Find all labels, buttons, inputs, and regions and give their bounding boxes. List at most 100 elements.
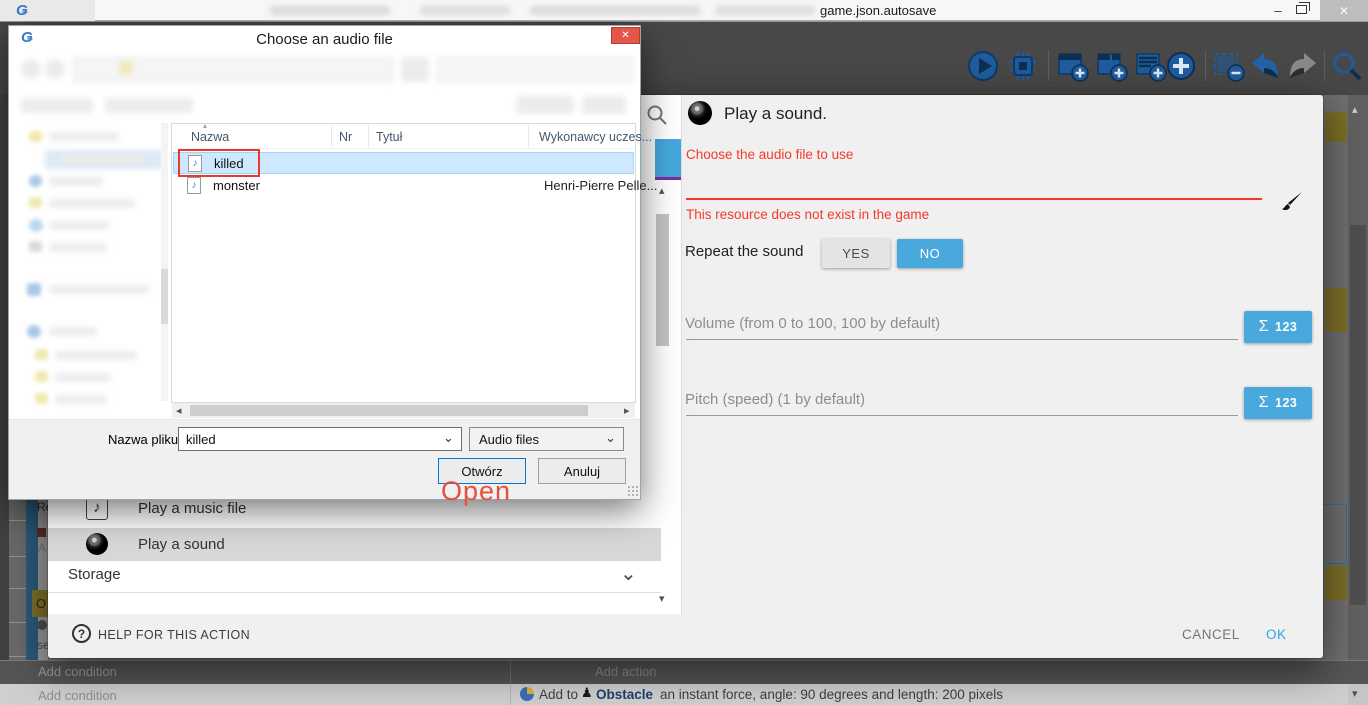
search-icon [646,104,668,126]
sigma-icon: Σ [1259,394,1269,412]
filetype-dropdown[interactable]: Audio files ⌄ [469,427,624,451]
cancel-button[interactable]: Anuluj [538,458,626,484]
close-icon[interactable]: ✕ [611,27,640,44]
new-folder-button[interactable] [105,98,193,113]
volume-expression-button[interactable]: Σ 123 [1244,311,1312,343]
column-divider[interactable] [368,125,369,147]
add-condition-link[interactable]: Add condition [38,664,117,679]
scroll-down-icon[interactable]: ▾ [1352,687,1358,700]
event-highlight-block [1325,112,1347,142]
selected-tab-indicator[interactable] [655,139,681,177]
tree-item[interactable] [49,221,109,230]
audio-file-icon: ♪ [187,177,201,194]
search-box[interactable] [437,57,633,82]
chevron-down-icon[interactable]: ⌄ [620,561,637,586]
help-link[interactable]: HELP FOR THIS ACTION [98,628,250,642]
nav-back-button[interactable] [21,59,41,79]
nav-forward-button[interactable] [45,59,65,79]
column-header-title[interactable]: Tytuł [376,130,402,144]
tree-scrollbar-thumb[interactable] [161,269,168,324]
audio-field-label: Choose the audio file to use [686,147,853,162]
add-subevent-button[interactable] [1095,49,1129,88]
tree-item[interactable] [49,285,149,294]
add-condition-link[interactable]: Add condition [38,688,117,703]
tree-item[interactable] [49,199,135,208]
delete-event-button[interactable] [1212,49,1246,88]
file-chooser-dialog: Ǥ Choose an audio file ✕ [8,25,641,500]
gdevelop-logo-icon: Ǥ [16,3,28,18]
scroll-down-icon[interactable]: ▾ [659,592,665,605]
file-list-hscrollbar[interactable]: ◂ ▸ [172,403,635,418]
tree-item[interactable] [55,373,111,382]
undo-button[interactable] [1248,49,1282,88]
folder-icon [29,197,42,208]
window-title: game.json.autosave [820,3,936,18]
add-button[interactable] [1164,49,1198,88]
folder-tree[interactable] [17,123,167,403]
tree-scrollbar[interactable] [161,123,168,401]
organize-menu[interactable] [21,98,93,113]
tree-item[interactable] [61,155,145,164]
tree-item[interactable] [55,351,137,360]
column-header-nr[interactable]: Nr [339,130,352,144]
repeat-yes-button[interactable]: YES [822,239,890,268]
blurred-title-segment [270,6,390,15]
toolbar-separator [1324,50,1325,81]
pitch-expression-button[interactable]: Σ 123 [1244,387,1312,419]
tree-item[interactable] [49,243,107,252]
folder-icon [119,61,133,75]
scroll-left-icon[interactable]: ◂ [176,404,182,417]
add-comment-button[interactable] [1134,49,1168,88]
choose-resource-button[interactable] [1278,190,1304,221]
action-text-prefix: Add to [539,687,578,702]
brush-icon [1278,190,1304,216]
drive-icon [29,241,42,252]
resize-grip[interactable] [627,485,638,496]
column-header-artists[interactable]: Wykonawcy uczes... [539,130,652,144]
column-divider [510,660,511,684]
library-icon [27,283,41,296]
volume-field-underline[interactable] [686,339,1238,340]
column-divider[interactable] [331,125,332,147]
tree-item[interactable] [55,395,107,404]
list-scrollbar-thumb[interactable] [656,214,669,346]
sheet-scrollbar-thumb[interactable] [1350,225,1366,605]
refresh-button[interactable] [401,57,429,82]
column-divider[interactable] [528,125,529,147]
ok-button[interactable]: OK [1266,627,1287,642]
cancel-button[interactable]: CANCEL [1182,627,1240,642]
preview-play-button[interactable] [966,49,1000,88]
hscrollbar-thumb[interactable] [190,405,588,416]
numbers-icon: 123 [1275,320,1297,334]
column-header-name[interactable]: Nazwa [191,130,229,144]
view-options-button[interactable] [516,96,574,114]
minimize-button[interactable]: – [1264,0,1292,21]
window-titlebar: Ǥ game.json.autosave – ✕ [0,0,1368,21]
action-search-button[interactable] [646,104,668,131]
tree-item[interactable] [49,327,97,336]
search-events-button[interactable] [1330,49,1364,88]
scroll-up-icon[interactable]: ▴ [659,184,665,197]
tree-item[interactable] [49,177,103,186]
redo-button[interactable] [1286,49,1320,88]
restore-button[interactable] [1296,5,1307,14]
scroll-right-icon[interactable]: ▸ [624,404,630,417]
event-partial-text: O [36,596,46,611]
computer-icon [27,325,41,338]
pitch-field-underline[interactable] [686,415,1238,416]
help-menu[interactable] [582,96,626,114]
add-comment-icon [1134,49,1168,83]
repeat-no-button[interactable]: NO [897,239,963,268]
storage-section-header[interactable]: Storage [68,566,121,583]
add-action-link[interactable]: Add action [595,664,656,679]
close-button[interactable]: ✕ [1320,0,1368,21]
add-event-button[interactable] [1056,49,1090,88]
file-row-monster[interactable]: ♪ monster Henri-Pierre Pelle... [173,175,634,197]
action-row-sound-selected[interactable]: Play a sound [48,528,661,561]
scrollbar-bottom[interactable] [1348,684,1368,705]
audio-field-underline[interactable] [686,198,1262,200]
tree-item[interactable] [49,132,119,141]
scroll-up-icon[interactable]: ▴ [1352,103,1358,116]
filename-combobox[interactable]: killed ⌄ [178,427,462,451]
debugger-button[interactable] [1006,49,1040,88]
